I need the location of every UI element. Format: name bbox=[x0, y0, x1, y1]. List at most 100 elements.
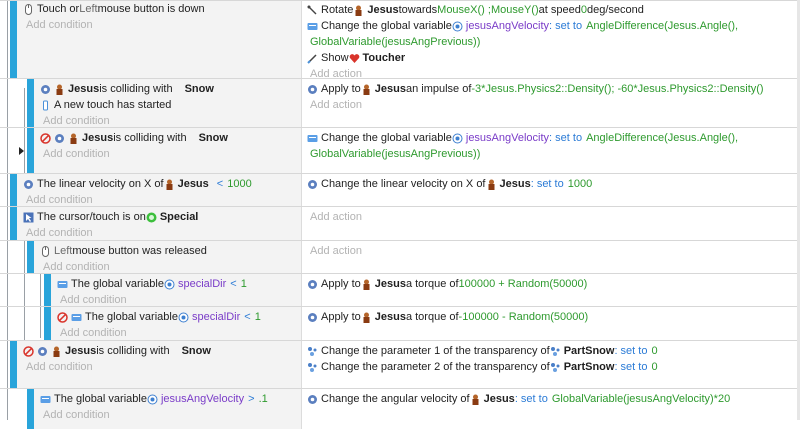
physics-icon bbox=[308, 179, 317, 189]
condition-text: A new touch has started bbox=[54, 99, 172, 111]
action-line[interactable]: Apply to Jesus an impulse of -3*Jesus.Ph… bbox=[307, 81, 800, 97]
object-name: Snow bbox=[184, 83, 214, 95]
action-value-continued: GlobalVariable(jesusAngPrevious)) bbox=[310, 148, 481, 160]
event-drag-handle[interactable] bbox=[10, 1, 17, 79]
action-text: Apply to bbox=[321, 278, 361, 290]
condition-text: The cursor/touch is on bbox=[37, 211, 146, 223]
object-name: Toucher bbox=[362, 52, 406, 64]
inverted-condition-icon bbox=[40, 132, 51, 144]
add-condition-link[interactable]: Add condition bbox=[23, 225, 301, 241]
condition-line[interactable]: A new touch has started bbox=[40, 97, 301, 113]
event-drag-handle[interactable] bbox=[10, 174, 17, 207]
comparison-operator: < bbox=[244, 311, 251, 323]
variable-icon bbox=[178, 312, 189, 322]
condition-value: .1 bbox=[258, 393, 268, 405]
variable-icon bbox=[452, 133, 463, 143]
event-row: The global variable specialDir < 1 Add c… bbox=[0, 273, 800, 307]
condition-line[interactable]: The linear velocity on X of Jesus < 1000 bbox=[23, 176, 301, 192]
variable-name: specialDir bbox=[191, 311, 241, 323]
global-variable-icon bbox=[57, 280, 68, 288]
action-panel: Change the linear velocity on X of Jesus… bbox=[303, 174, 800, 207]
physics-icon bbox=[41, 84, 50, 94]
event-drag-handle[interactable] bbox=[27, 128, 34, 174]
add-condition-link[interactable]: Add condition bbox=[40, 146, 301, 162]
event-drag-handle[interactable] bbox=[44, 307, 51, 341]
action-line[interactable]: Change the global variable jesusAngVeloc… bbox=[307, 130, 800, 146]
add-condition-link[interactable]: Add condition bbox=[23, 359, 301, 375]
condition-line[interactable]: The global variable specialDir < 1 bbox=[57, 309, 301, 325]
add-condition-link[interactable]: Add condition bbox=[40, 407, 301, 423]
global-variable-icon bbox=[307, 22, 318, 30]
condition-line[interactable]: The global variable specialDir < 1 bbox=[57, 276, 301, 292]
condition-line[interactable]: Jesus is colliding with Snow bbox=[23, 343, 301, 359]
object-name: Jesus bbox=[367, 4, 399, 16]
condition-text: The linear velocity on X of bbox=[37, 178, 164, 190]
partsnow-object-icon bbox=[550, 362, 560, 372]
action-operator: : set to bbox=[549, 20, 583, 32]
add-action-link[interactable]: Add action bbox=[307, 243, 800, 259]
condition-line[interactable]: The cursor/touch is on Special bbox=[23, 209, 301, 225]
action-value: GlobalVariable(jesusAngVelocity)*20 bbox=[551, 393, 731, 405]
action-text: Change the parameter 2 of the transparen… bbox=[321, 361, 550, 373]
add-action-link[interactable]: Add action bbox=[307, 209, 800, 225]
variable-icon bbox=[452, 21, 463, 31]
condition-line[interactable]: The global variable jesusAngVelocity > .… bbox=[40, 391, 301, 407]
action-panel: Add action bbox=[303, 241, 800, 274]
event-drag-handle[interactable] bbox=[27, 241, 34, 274]
special-object-icon bbox=[146, 212, 157, 222]
condition-panel: The global variable specialDir < 1 Add c… bbox=[51, 307, 302, 341]
object-name: Snow bbox=[198, 132, 228, 144]
action-panel: Change the parameter 1 of the transparen… bbox=[303, 341, 800, 389]
action-text: deg/second bbox=[586, 4, 644, 16]
comparison-operator: < bbox=[216, 178, 224, 190]
action-line[interactable]: Change the global variable jesusAngVeloc… bbox=[307, 18, 800, 34]
event-row: Jesus is colliding with Snow Add conditi… bbox=[0, 127, 800, 174]
action-text: Apply to bbox=[321, 311, 361, 323]
variable-name: jesusAngVelocity bbox=[160, 393, 245, 405]
action-value: -3*Jesus.Physics2::Density(); -60*Jesus.… bbox=[471, 83, 764, 95]
action-operator: : set to bbox=[549, 132, 583, 144]
condition-line[interactable]: Jesus is colliding with Snow bbox=[40, 81, 301, 97]
action-line[interactable]: Rotate Jesus towards MouseX() ;MouseY() … bbox=[307, 2, 800, 18]
global-variable-icon bbox=[71, 313, 82, 321]
action-panel: Change the angular velocity of Jesus : s… bbox=[303, 389, 800, 429]
event-drag-handle[interactable] bbox=[10, 341, 17, 389]
action-line[interactable]: Change the linear velocity on X of Jesus… bbox=[307, 176, 800, 192]
action-line[interactable]: Show Toucher bbox=[307, 50, 800, 66]
action-text: Change the global variable bbox=[321, 20, 452, 32]
event-drag-handle[interactable] bbox=[44, 274, 51, 307]
comparison-operator: > bbox=[248, 393, 255, 405]
action-line[interactable]: Change the parameter 1 of the transparen… bbox=[307, 343, 800, 359]
action-text: a torque of bbox=[405, 278, 459, 290]
show-icon bbox=[307, 53, 317, 64]
object-name: Jesus bbox=[82, 132, 114, 144]
global-variable-icon bbox=[40, 395, 51, 403]
event-row: Left mouse button was released Add condi… bbox=[0, 240, 800, 274]
event-drag-handle[interactable] bbox=[27, 389, 34, 429]
action-value: AngleDifference(Jesus.Angle(), bbox=[586, 132, 739, 144]
condition-text: The global variable bbox=[85, 311, 178, 323]
add-condition-link[interactable]: Add condition bbox=[23, 17, 301, 33]
condition-line[interactable]: Jesus is colliding with Snow bbox=[40, 130, 301, 146]
variable-name: specialDir bbox=[177, 278, 227, 290]
action-text: at speed bbox=[538, 4, 581, 16]
event-drag-handle[interactable] bbox=[10, 207, 17, 241]
action-panel: Apply to Jesus a torque of 100000 + Rand… bbox=[303, 274, 800, 307]
physics-icon bbox=[55, 133, 64, 143]
add-condition-link[interactable]: Add condition bbox=[57, 325, 301, 341]
rotate-icon bbox=[307, 5, 317, 14]
condition-line[interactable]: Touch or Left mouse button is down bbox=[23, 1, 301, 17]
jesus-object-icon bbox=[363, 84, 370, 95]
action-line[interactable]: Change the parameter 2 of the transparen… bbox=[307, 359, 800, 375]
condition-text: is colliding with bbox=[99, 83, 173, 95]
action-panel: Change the global variable jesusAngVeloc… bbox=[303, 128, 800, 174]
jesus-object-icon bbox=[488, 179, 494, 190]
action-panel: Apply to Jesus an impulse of -3*Jesus.Ph… bbox=[303, 79, 800, 128]
add-action-link[interactable]: Add action bbox=[307, 97, 800, 113]
action-line[interactable]: Apply to Jesus a torque of 100000 + Rand… bbox=[307, 276, 800, 292]
physics-icon bbox=[24, 179, 33, 189]
action-line[interactable]: Apply to Jesus a torque of -100000 - Ran… bbox=[307, 309, 800, 325]
condition-line[interactable]: Left mouse button was released bbox=[40, 243, 301, 259]
event-drag-handle[interactable] bbox=[27, 79, 34, 128]
action-line[interactable]: Change the angular velocity of Jesus : s… bbox=[307, 391, 800, 407]
